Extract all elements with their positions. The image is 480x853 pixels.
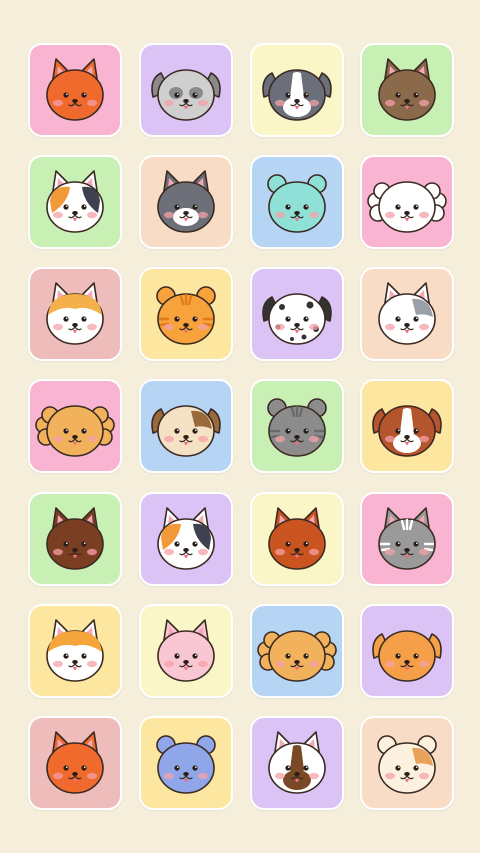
sticker-tile[interactable] (360, 492, 454, 586)
sticker-tile[interactable] (139, 267, 233, 361)
dalmatian-icon (262, 293, 332, 345)
tabby-cat-icon (378, 58, 436, 121)
sticker-tile[interactable] (360, 43, 454, 137)
red-panda-icon (46, 58, 104, 121)
mint-cat-icon (267, 174, 327, 233)
orange-dog-icon (372, 630, 442, 682)
gray-tabby-icon (378, 507, 436, 570)
pomeranian-icon (268, 507, 326, 570)
tricolor-cat-icon (157, 507, 215, 570)
sticker-tile[interactable] (28, 492, 122, 586)
gray-cat-icon (157, 170, 215, 233)
striped-cat-icon (267, 398, 327, 457)
sticker-tile[interactable] (250, 267, 344, 361)
sticker-tile[interactable] (28, 604, 122, 698)
sticker-tile[interactable] (250, 492, 344, 586)
sticker-tile[interactable] (139, 43, 233, 137)
sticker-tile[interactable] (139, 716, 233, 810)
sticker-tile[interactable] (360, 155, 454, 249)
sticker-tile[interactable] (250, 155, 344, 249)
pug-mix-icon (151, 405, 221, 457)
maltese-dog-icon (367, 181, 447, 233)
sticker-tile[interactable] (250, 43, 344, 137)
orange-tabby-icon (156, 286, 216, 345)
sticker-tile[interactable] (28, 43, 122, 137)
fox-icon (46, 731, 104, 794)
sticker-tile[interactable] (28, 716, 122, 810)
sticker-tile[interactable] (250, 379, 344, 473)
yorkie-icon (46, 507, 104, 570)
sticker-grid (0, 0, 480, 853)
sticker-tile[interactable] (360, 604, 454, 698)
sticker-tile[interactable] (28, 379, 122, 473)
sticker-tile[interactable] (360, 267, 454, 361)
cream-cat-icon (46, 282, 104, 345)
sticker-tile[interactable] (139, 604, 233, 698)
apricot-poodle-icon (257, 630, 337, 682)
sticker-tile[interactable] (250, 604, 344, 698)
sticker-tile[interactable] (139, 155, 233, 249)
sticker-tile[interactable] (28, 267, 122, 361)
shiba-icon (46, 619, 104, 682)
brown-dog-icon (372, 405, 442, 457)
sticker-tile[interactable] (28, 155, 122, 249)
border-collie-icon (262, 69, 332, 121)
blue-cat-icon (156, 735, 216, 794)
calico-cat-icon (46, 170, 104, 233)
sticker-tile[interactable] (360, 716, 454, 810)
sticker-tile[interactable] (139, 379, 233, 473)
husky-pup-icon (268, 731, 326, 794)
pink-cat-icon (157, 619, 215, 682)
shih-tzu-icon (151, 69, 221, 121)
poodle-icon (35, 405, 115, 457)
sticker-tile[interactable] (139, 492, 233, 586)
sticker-tile[interactable] (360, 379, 454, 473)
beige-cat-icon (377, 735, 437, 794)
silver-cat-icon (378, 282, 436, 345)
sticker-tile[interactable] (250, 716, 344, 810)
